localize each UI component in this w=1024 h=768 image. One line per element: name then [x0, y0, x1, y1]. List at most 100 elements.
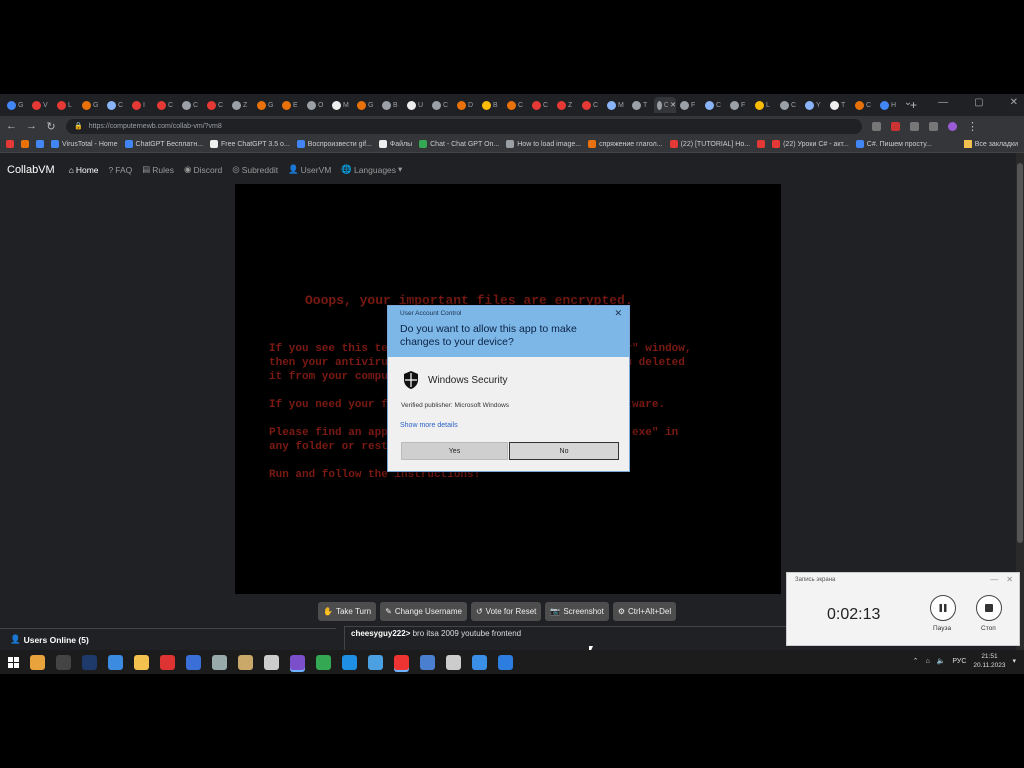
browser-tab[interactable]: G	[354, 97, 378, 113]
bookmark-item[interactable]: Воспроизвести gif...	[296, 140, 372, 148]
forward-icon[interactable]: →	[26, 120, 37, 132]
app-icon[interactable]	[212, 654, 227, 670]
notification-icon[interactable]: ▾	[1012, 657, 1016, 665]
browser-tab[interactable]: D	[454, 97, 478, 113]
bookmark-item[interactable]: How to load image...	[506, 140, 581, 148]
show-more-details-link[interactable]: Show more details	[400, 422, 458, 429]
bookmark-item[interactable]: VirusTotal - Home	[51, 140, 118, 148]
menu-icon[interactable]: ⋮	[967, 120, 978, 133]
change-username-button[interactable]: ✎ Change Username	[380, 602, 467, 621]
minimize-icon[interactable]: —	[938, 97, 948, 108]
tab-search-icon[interactable]: ⌄	[904, 97, 912, 108]
nav-uservm[interactable]: 👤 UserVM	[288, 164, 331, 175]
close-icon[interactable]: ✕	[1010, 97, 1018, 108]
terminal-icon[interactable]	[56, 654, 71, 670]
browser-tab[interactable]: V	[29, 97, 53, 113]
vote-reset-button[interactable]: ↺ Vote for Reset	[470, 602, 542, 621]
browser-tab[interactable]: C	[204, 97, 228, 113]
bookmark-item[interactable]	[6, 140, 14, 148]
app-icon[interactable]	[160, 654, 175, 670]
nav-home[interactable]: ⌂ Home	[69, 165, 99, 175]
bookmark-item[interactable]: Файлы	[378, 140, 412, 148]
browser-tab[interactable]: C	[529, 97, 553, 113]
browser-tab[interactable]: C	[777, 97, 801, 113]
app-icon[interactable]	[420, 654, 435, 670]
chevron-up-icon[interactable]: ⌃	[913, 657, 919, 665]
language-indicator[interactable]: РУС	[952, 658, 966, 665]
browser-tab[interactable]: C	[104, 97, 128, 113]
browser-tab[interactable]: C	[702, 97, 726, 113]
browser-tab[interactable]: Z	[229, 97, 253, 113]
nav-faq[interactable]: ? FAQ	[109, 165, 133, 175]
speaker-icon[interactable]: 🔈	[937, 657, 946, 665]
settings-icon[interactable]	[446, 654, 461, 670]
browser-tab[interactable]: L	[54, 97, 78, 113]
bookmark-item[interactable]: Free ChatGPT 3.5 o...	[210, 140, 290, 148]
browser-tab[interactable]: C	[504, 97, 528, 113]
skype-icon[interactable]	[342, 654, 357, 670]
recorder-icon[interactable]	[394, 654, 409, 670]
reload-icon[interactable]: ↻	[46, 120, 56, 133]
clock[interactable]: 21:51 20.11.2023	[973, 652, 1005, 670]
nav-subreddit[interactable]: ◎ Subreddit	[232, 164, 278, 175]
network-icon[interactable]: ⌂	[925, 658, 929, 665]
maximize-icon[interactable]: ▢	[974, 97, 983, 108]
close-tab-icon[interactable]: ✕	[670, 101, 676, 109]
nav-languages[interactable]: 🌐 Languages ▾	[341, 164, 402, 175]
bookmark-item[interactable]	[21, 140, 29, 148]
back-icon[interactable]: ←	[6, 120, 17, 132]
visual-studio-icon[interactable]	[290, 654, 305, 670]
sidebar-icon[interactable]	[929, 121, 938, 131]
close-icon[interactable]: ✕	[1006, 575, 1013, 584]
browser-tab[interactable]: C	[429, 97, 453, 113]
address-bar[interactable]: 🔒 https://computernewb.com/collab-vm/?vm…	[66, 118, 862, 134]
browser-tab[interactable]: B	[379, 97, 403, 113]
brand-logo[interactable]: CollabVM	[7, 164, 55, 176]
folder-icon[interactable]	[134, 654, 149, 670]
yes-button[interactable]: Yes	[401, 442, 508, 460]
browser-tab[interactable]: F	[727, 97, 751, 113]
no-button[interactable]: No	[509, 442, 619, 460]
bookmark-item[interactable]	[36, 140, 44, 148]
app-icon[interactable]	[472, 654, 487, 670]
extension-icon[interactable]	[872, 121, 881, 131]
chrome-icon[interactable]	[316, 654, 331, 670]
bookmark-item[interactable]	[757, 140, 766, 148]
all-bookmarks[interactable]: Все закладки	[963, 140, 1018, 148]
browser-tab[interactable]: M	[329, 97, 353, 113]
browser-tab[interactable]: U	[404, 97, 428, 113]
browser-tab[interactable]: G	[254, 97, 278, 113]
browser-tab[interactable]: Y	[802, 97, 826, 113]
nav-discord[interactable]: ◉ Discord	[184, 164, 222, 175]
nav-rules[interactable]: ▤ Rules	[142, 164, 174, 175]
bookmark-item[interactable]: ChatGPT Бесплатн...	[124, 140, 203, 148]
bookmark-item[interactable]: C#. Пишем просту...	[855, 140, 932, 148]
browser-tab[interactable]: B	[479, 97, 503, 113]
photoshop-icon[interactable]	[82, 654, 97, 670]
scrollbar-thumb[interactable]	[1017, 163, 1023, 543]
file-explorer-icon[interactable]	[30, 654, 45, 670]
ctrl-alt-del-button[interactable]: ⚙ Ctrl+Alt+Del	[612, 602, 677, 621]
app-icon[interactable]	[238, 654, 253, 670]
app-icon[interactable]	[108, 654, 123, 670]
app-icon[interactable]	[264, 654, 279, 670]
vm-display[interactable]: Ooops, your important files are encrypte…	[235, 184, 781, 594]
users-online[interactable]: 👤 Users Online (5)	[0, 628, 336, 650]
bookmark-item[interactable]: (22) Уроки C# - акт...	[772, 140, 849, 148]
browser-tab[interactable]: G	[4, 97, 28, 113]
browser-tab[interactable]: L	[752, 97, 776, 113]
bookmark-item[interactable]: Chat - Chat GPT On...	[419, 140, 499, 148]
bookmark-item[interactable]: спряжение глагол...	[588, 140, 663, 148]
app-icon[interactable]	[186, 654, 201, 670]
app-icon[interactable]	[498, 654, 513, 670]
browser-tab[interactable]: C	[154, 97, 178, 113]
browser-tab[interactable]: C	[179, 97, 203, 113]
browser-tab[interactable]: T	[827, 97, 851, 113]
browser-tab[interactable]: E	[279, 97, 303, 113]
browser-tab[interactable]: F	[677, 97, 701, 113]
close-icon[interactable]: ✕	[614, 308, 622, 319]
browser-tab[interactable]: Z	[554, 97, 578, 113]
browser-tab[interactable]: C ✕	[654, 97, 676, 113]
browser-tab[interactable]: G	[79, 97, 103, 113]
pause-button[interactable]	[930, 595, 956, 621]
